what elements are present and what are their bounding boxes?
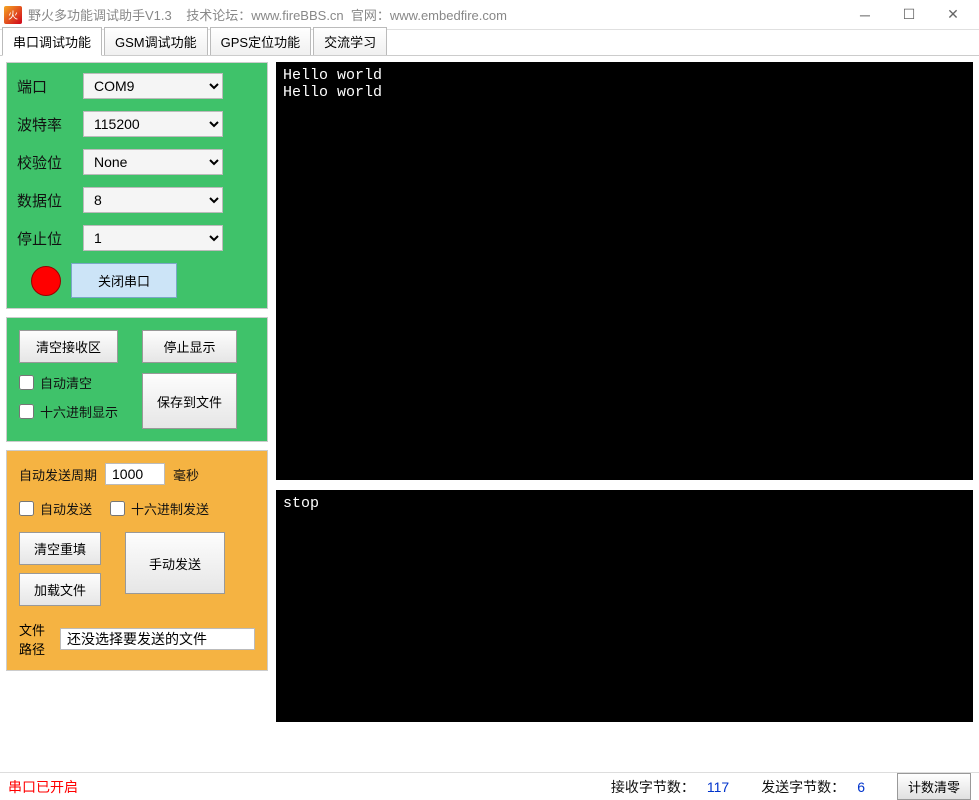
auto-clear-input[interactable] (19, 375, 34, 390)
period-unit: 毫秒 (173, 465, 199, 484)
recv-right-col: 停止显示 保存到文件 (142, 330, 237, 429)
serial-settings-panel: 端口 COM9 波特率 115200 校验位 None 数据位 8 停止位 1 … (6, 62, 268, 309)
hex-display-checkbox[interactable]: 十六进制显示 (19, 402, 118, 421)
load-file-button[interactable]: 加载文件 (19, 573, 101, 606)
right-column: Hello world Hello world stop (276, 62, 973, 766)
parity-select[interactable]: None (83, 149, 223, 175)
stopbit-row: 停止位 1 (17, 225, 257, 251)
receive-controls-panel: 清空接收区 自动清空 十六进制显示 停止显示 保存到文件 (6, 317, 268, 442)
titlebar: 火 野火多功能调试助手V1.3 技术论坛：www.fireBBS.cn 官网：w… (0, 0, 979, 30)
baud-row: 波特率 115200 (17, 111, 257, 137)
tab-serial[interactable]: 串口调试功能 (2, 27, 102, 56)
send-buttons-row: 清空重填 加载文件 手动发送 (19, 532, 255, 606)
send-bytes-label: 发送字节数： (761, 777, 845, 797)
port-status-text: 串口已开启 (8, 777, 78, 797)
period-row: 自动发送周期 毫秒 (19, 463, 255, 485)
close-window-button[interactable]: ✕ (931, 1, 975, 29)
recv-left-col: 清空接收区 自动清空 十六进制显示 (19, 330, 118, 429)
databit-select[interactable]: 8 (83, 187, 223, 213)
period-input[interactable] (105, 463, 165, 485)
send-bytes-value: 6 (857, 779, 865, 795)
auto-clear-checkbox[interactable]: 自动清空 (19, 373, 118, 392)
clear-refill-button[interactable]: 清空重填 (19, 532, 101, 565)
hex-display-input[interactable] (19, 404, 34, 419)
databit-label: 数据位 (17, 190, 73, 211)
stop-display-button[interactable]: 停止显示 (142, 330, 237, 363)
filepath-input[interactable] (60, 628, 255, 650)
auto-clear-label: 自动清空 (40, 373, 92, 392)
window-title: 野火多功能调试助手V1.3 技术论坛：www.fireBBS.cn 官网：www… (28, 5, 507, 24)
hex-send-checkbox[interactable]: 十六进制发送 (110, 499, 209, 518)
send-btn-col1: 清空重填 加载文件 (19, 532, 101, 606)
recv-bytes-label: 接收字节数： (611, 777, 695, 797)
auto-send-checkbox[interactable]: 自动发送 (19, 499, 92, 518)
baud-label: 波特率 (17, 114, 73, 135)
left-column: 端口 COM9 波特率 115200 校验位 None 数据位 8 停止位 1 … (6, 62, 268, 766)
hex-display-label: 十六进制显示 (40, 402, 118, 421)
parity-label: 校验位 (17, 152, 73, 173)
port-row: 端口 COM9 (17, 73, 257, 99)
databit-row: 数据位 8 (17, 187, 257, 213)
manual-send-button[interactable]: 手动发送 (125, 532, 225, 594)
send-controls-panel: 自动发送周期 毫秒 自动发送 十六进制发送 清空重填 加载文件 (6, 450, 268, 671)
filepath-row: 文件路径 (19, 620, 255, 658)
clear-receive-button[interactable]: 清空接收区 (19, 330, 118, 363)
status-indicator-icon (31, 266, 61, 296)
tab-forum[interactable]: 交流学习 (313, 27, 387, 55)
auto-send-label: 自动发送 (40, 499, 92, 518)
recv-bytes-value: 117 (707, 779, 729, 795)
port-action-row: 关闭串口 (17, 263, 257, 298)
tab-bar: 串口调试功能 GSM调试功能 GPS定位功能 交流学习 (0, 30, 979, 56)
tab-gps[interactable]: GPS定位功能 (210, 27, 311, 55)
baud-select[interactable]: 115200 (83, 111, 223, 137)
parity-row: 校验位 None (17, 149, 257, 175)
send-terminal[interactable]: stop (276, 490, 973, 722)
tab-gsm[interactable]: GSM调试功能 (104, 27, 208, 55)
send-check-row: 自动发送 十六进制发送 (19, 499, 255, 518)
main-content: 端口 COM9 波特率 115200 校验位 None 数据位 8 停止位 1 … (0, 56, 979, 772)
auto-send-input[interactable] (19, 501, 34, 516)
filepath-label: 文件路径 (19, 620, 54, 658)
hex-send-label: 十六进制发送 (131, 499, 209, 518)
period-label: 自动发送周期 (19, 465, 97, 484)
minimize-button[interactable]: ─ (843, 1, 887, 29)
clear-count-button[interactable]: 计数清零 (897, 773, 971, 800)
receive-terminal[interactable]: Hello world Hello world (276, 62, 973, 480)
port-label: 端口 (17, 76, 73, 97)
send-btn-col2: 手动发送 (125, 532, 225, 606)
maximize-button[interactable]: ☐ (887, 1, 931, 29)
status-bar: 串口已开启 接收字节数： 117 发送字节数： 6 计数清零 (0, 772, 979, 800)
stopbit-select[interactable]: 1 (83, 225, 223, 251)
stopbit-label: 停止位 (17, 228, 73, 249)
hex-send-input[interactable] (110, 501, 125, 516)
save-to-file-button[interactable]: 保存到文件 (142, 373, 237, 429)
app-icon: 火 (4, 6, 22, 24)
port-select[interactable]: COM9 (83, 73, 223, 99)
close-port-button[interactable]: 关闭串口 (71, 263, 177, 298)
window-controls: ─ ☐ ✕ (843, 1, 975, 29)
